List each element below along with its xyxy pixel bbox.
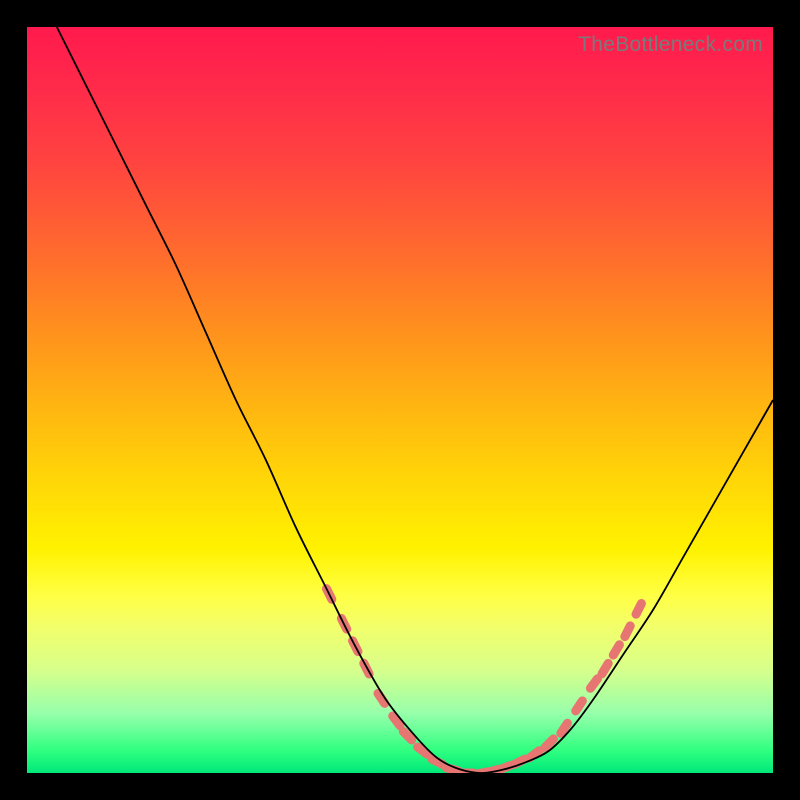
plot-area: TheBottleneck.com: [27, 27, 773, 773]
highlight-dash: [636, 604, 641, 615]
watermark-text: TheBottleneck.com: [578, 33, 763, 57]
bottleneck-curve: [57, 27, 773, 773]
highlight-dash: [590, 679, 597, 689]
highlight-dash: [561, 723, 568, 733]
highlight-dash: [625, 626, 630, 637]
highlight-dash: [403, 731, 411, 739]
chart-container: TheBottleneck.com: [0, 0, 800, 800]
highlight-dash: [602, 663, 608, 673]
highlight-dash: [576, 701, 583, 711]
highlight-dash: [545, 739, 553, 747]
curve-svg: [27, 27, 773, 773]
highlight-dash: [613, 645, 619, 655]
